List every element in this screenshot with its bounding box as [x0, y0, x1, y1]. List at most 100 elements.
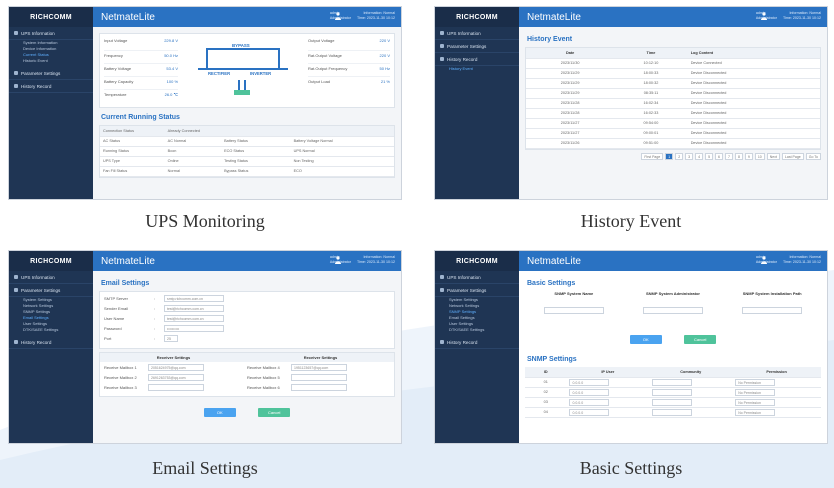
history-icon — [14, 340, 18, 344]
sidebar-item-history-record[interactable]: History Record — [435, 53, 519, 66]
permission-select[interactable]: No Permission — [735, 398, 776, 406]
logo: RICHCOMM — [9, 251, 93, 271]
receive-mailbox-1-input[interactable]: 2051624975@qq.com — [148, 364, 204, 371]
sidebar-subitem[interactable]: Historic Event — [9, 58, 93, 64]
status-card: Connection Status Already Connected AC St… — [99, 125, 395, 178]
user-name-input[interactable]: test@richcomm.com.cn — [164, 315, 224, 322]
permission-select[interactable]: No Permission — [735, 378, 776, 386]
page-button[interactable]: 4 — [695, 152, 704, 160]
ip-user-input[interactable]: 0.0.0.0 — [569, 378, 610, 386]
metric-row: Rat.Output Frequency 50 Hz — [308, 64, 390, 77]
community-input[interactable] — [652, 378, 693, 386]
community-input[interactable] — [652, 398, 693, 406]
history-icon — [14, 84, 18, 88]
email-actions: OK Cancel — [99, 401, 395, 419]
metrics-card: Input Voltage 229.8 V Frequency 50.0 Hz Ba… — [99, 33, 395, 108]
port-input[interactable]: 25 — [164, 335, 178, 342]
cancel-button[interactable]: Cancel — [258, 408, 291, 417]
basic-content: Basic Settings SNMP System Name SNMP Sys… — [519, 271, 827, 443]
section-title: Current Running Status — [101, 114, 180, 121]
app-title: NetmateLite — [527, 255, 581, 267]
page-button[interactable]: 8 — [734, 152, 743, 160]
password-input[interactable]: •••••••••• — [164, 325, 224, 332]
form-row: Receive Mailbox 4 1951123657@qq.com — [247, 364, 390, 374]
ok-button[interactable]: OK — [629, 335, 662, 344]
pagination: First Page 1 2 3 4 5 6 7 8 9 10 Next Las… — [525, 152, 821, 160]
sidebar-subitem[interactable]: DTK/SAEE Settings — [435, 327, 519, 333]
permission-select[interactable]: No Permission — [735, 408, 776, 416]
sidebar-item-history-record[interactable]: History Record — [9, 336, 93, 349]
snmp-system-administrator-input[interactable] — [642, 307, 703, 315]
last-page-button[interactable]: Last Page — [781, 152, 804, 160]
history-table: Date Time Log Content 2023/11/30 10:12:10 De… — [526, 48, 820, 149]
snmp-system-installation-path-input[interactable] — [742, 307, 803, 315]
receive-mailbox-5-input[interactable] — [291, 374, 347, 381]
receive-mailbox-3-input[interactable] — [148, 384, 204, 391]
sidebar-item-parameter-settings[interactable]: Parameter Settings — [9, 284, 93, 297]
receive-mailbox-2-input[interactable]: 2691263753@qq.com — [148, 374, 204, 381]
user-info: admin Administrator — [755, 11, 777, 20]
community-input[interactable] — [652, 388, 693, 396]
ip-user-input[interactable]: 0.0.0.0 — [569, 408, 610, 416]
sidebar-item-history-record[interactable]: History Record — [435, 336, 519, 349]
caption-basic-settings: Basic Settings — [579, 458, 683, 478]
form-row: Sender Email: test@richcomm.com.cn — [104, 305, 390, 315]
permission-select[interactable]: No Permission — [735, 388, 776, 396]
sidebar-item-parameter-settings[interactable]: Parameter Settings — [435, 284, 519, 297]
table-row: 2023/11/27 09:54:00 Device Disconnected — [526, 118, 820, 129]
history-content: History Event Date Time Log Content 2023/1… — [519, 27, 827, 199]
table-row: Running Status Bcon ECO Status UPS Normal — [100, 146, 394, 157]
first-page-button[interactable]: First Page — [641, 152, 664, 160]
status-info: Information: Normal Time: 2023-11-30 10:1… — [357, 11, 395, 20]
page-button[interactable]: 10 — [754, 152, 765, 160]
sidebar-subitem-active[interactable]: History Event — [435, 66, 519, 72]
topbar: NetmateLite admin Administrator Informati… — [519, 7, 827, 27]
sidebar-item-ups-information[interactable]: UPS Information — [9, 271, 93, 284]
section-title: SNMP Settings — [527, 356, 577, 363]
sender-email-input[interactable]: test@richcomm.com.cn — [164, 305, 224, 312]
sidebar-item-parameter-settings[interactable]: Parameter Settings — [9, 67, 93, 80]
goto-page-button[interactable]: Go To — [805, 152, 821, 160]
logo: RICHCOMM — [435, 251, 519, 271]
ip-user-input[interactable]: 0.0.0.0 — [569, 388, 610, 396]
sidebar-item-ups-information[interactable]: UPS Information — [435, 27, 519, 40]
page-button[interactable]: 6 — [715, 152, 723, 160]
user-info: admin Administrator — [755, 255, 777, 264]
community-input[interactable] — [652, 408, 693, 416]
table-row: 2023/11/29 18:00:32 Device Disconnected — [526, 78, 820, 89]
sidebar-item-parameter-settings[interactable]: Parameter Settings — [435, 40, 519, 53]
history-icon — [440, 57, 444, 61]
page-button[interactable]: 1 — [665, 152, 674, 160]
bypass-label: BYPASS — [232, 43, 250, 48]
table-row: 2023/11/29 08:35:11 Device Disconnected — [526, 88, 820, 99]
page-button[interactable]: 9 — [744, 152, 753, 160]
page-button[interactable]: 7 — [724, 152, 733, 160]
sidebar-item-history-record[interactable]: History Record — [9, 80, 93, 93]
sidebar-item-ups-information[interactable]: UPS Information — [9, 27, 93, 40]
table-row: UPS Type Online Testing Status Non Testing — [100, 156, 394, 167]
receive-mailbox-4-input[interactable]: 1951123657@qq.com — [291, 364, 347, 371]
page-button[interactable]: 2 — [675, 152, 684, 160]
snmp-system-name-input[interactable] — [543, 307, 604, 315]
sidebar-subitem[interactable]: DTK/SAEE Settings — [9, 327, 93, 333]
email-content: Email Settings SMTP Server: smtp.richcomm… — [93, 271, 401, 443]
cancel-button[interactable]: Cancel — [684, 335, 717, 344]
ip-user-input[interactable]: 0.0.0.0 — [569, 398, 610, 406]
table-row: Fan Fill Status Normal Bypass Status ECO — [100, 166, 394, 177]
user-info: admin Administrator — [329, 11, 351, 20]
ok-button[interactable]: OK — [203, 408, 236, 417]
section-title: Email Settings — [101, 280, 150, 287]
page-button[interactable]: 5 — [705, 152, 714, 160]
metric-row: Battery Capacity 100 % — [104, 77, 178, 90]
smtp-server-input[interactable]: smtp.richcomm.com.cn — [164, 295, 224, 302]
form-row: Password: •••••••••• — [104, 325, 390, 335]
sidebar: RICHCOMM UPS Information Parameter Setti… — [435, 7, 519, 199]
sidebar: RICHCOMM UPS Information System Informat… — [9, 7, 93, 199]
table-row: 2023/11/26 09:51:00 Device Disconnected — [526, 138, 820, 149]
next-page-button[interactable]: Next — [766, 152, 780, 160]
receiver-card: Receiver Settings Receiver Settings Rece… — [99, 352, 395, 397]
page-button[interactable]: 3 — [685, 152, 694, 160]
sidebar-item-ups-information[interactable]: UPS Information — [435, 271, 519, 284]
receive-mailbox-6-input[interactable] — [291, 384, 347, 391]
logo: RICHCOMM — [435, 7, 519, 27]
